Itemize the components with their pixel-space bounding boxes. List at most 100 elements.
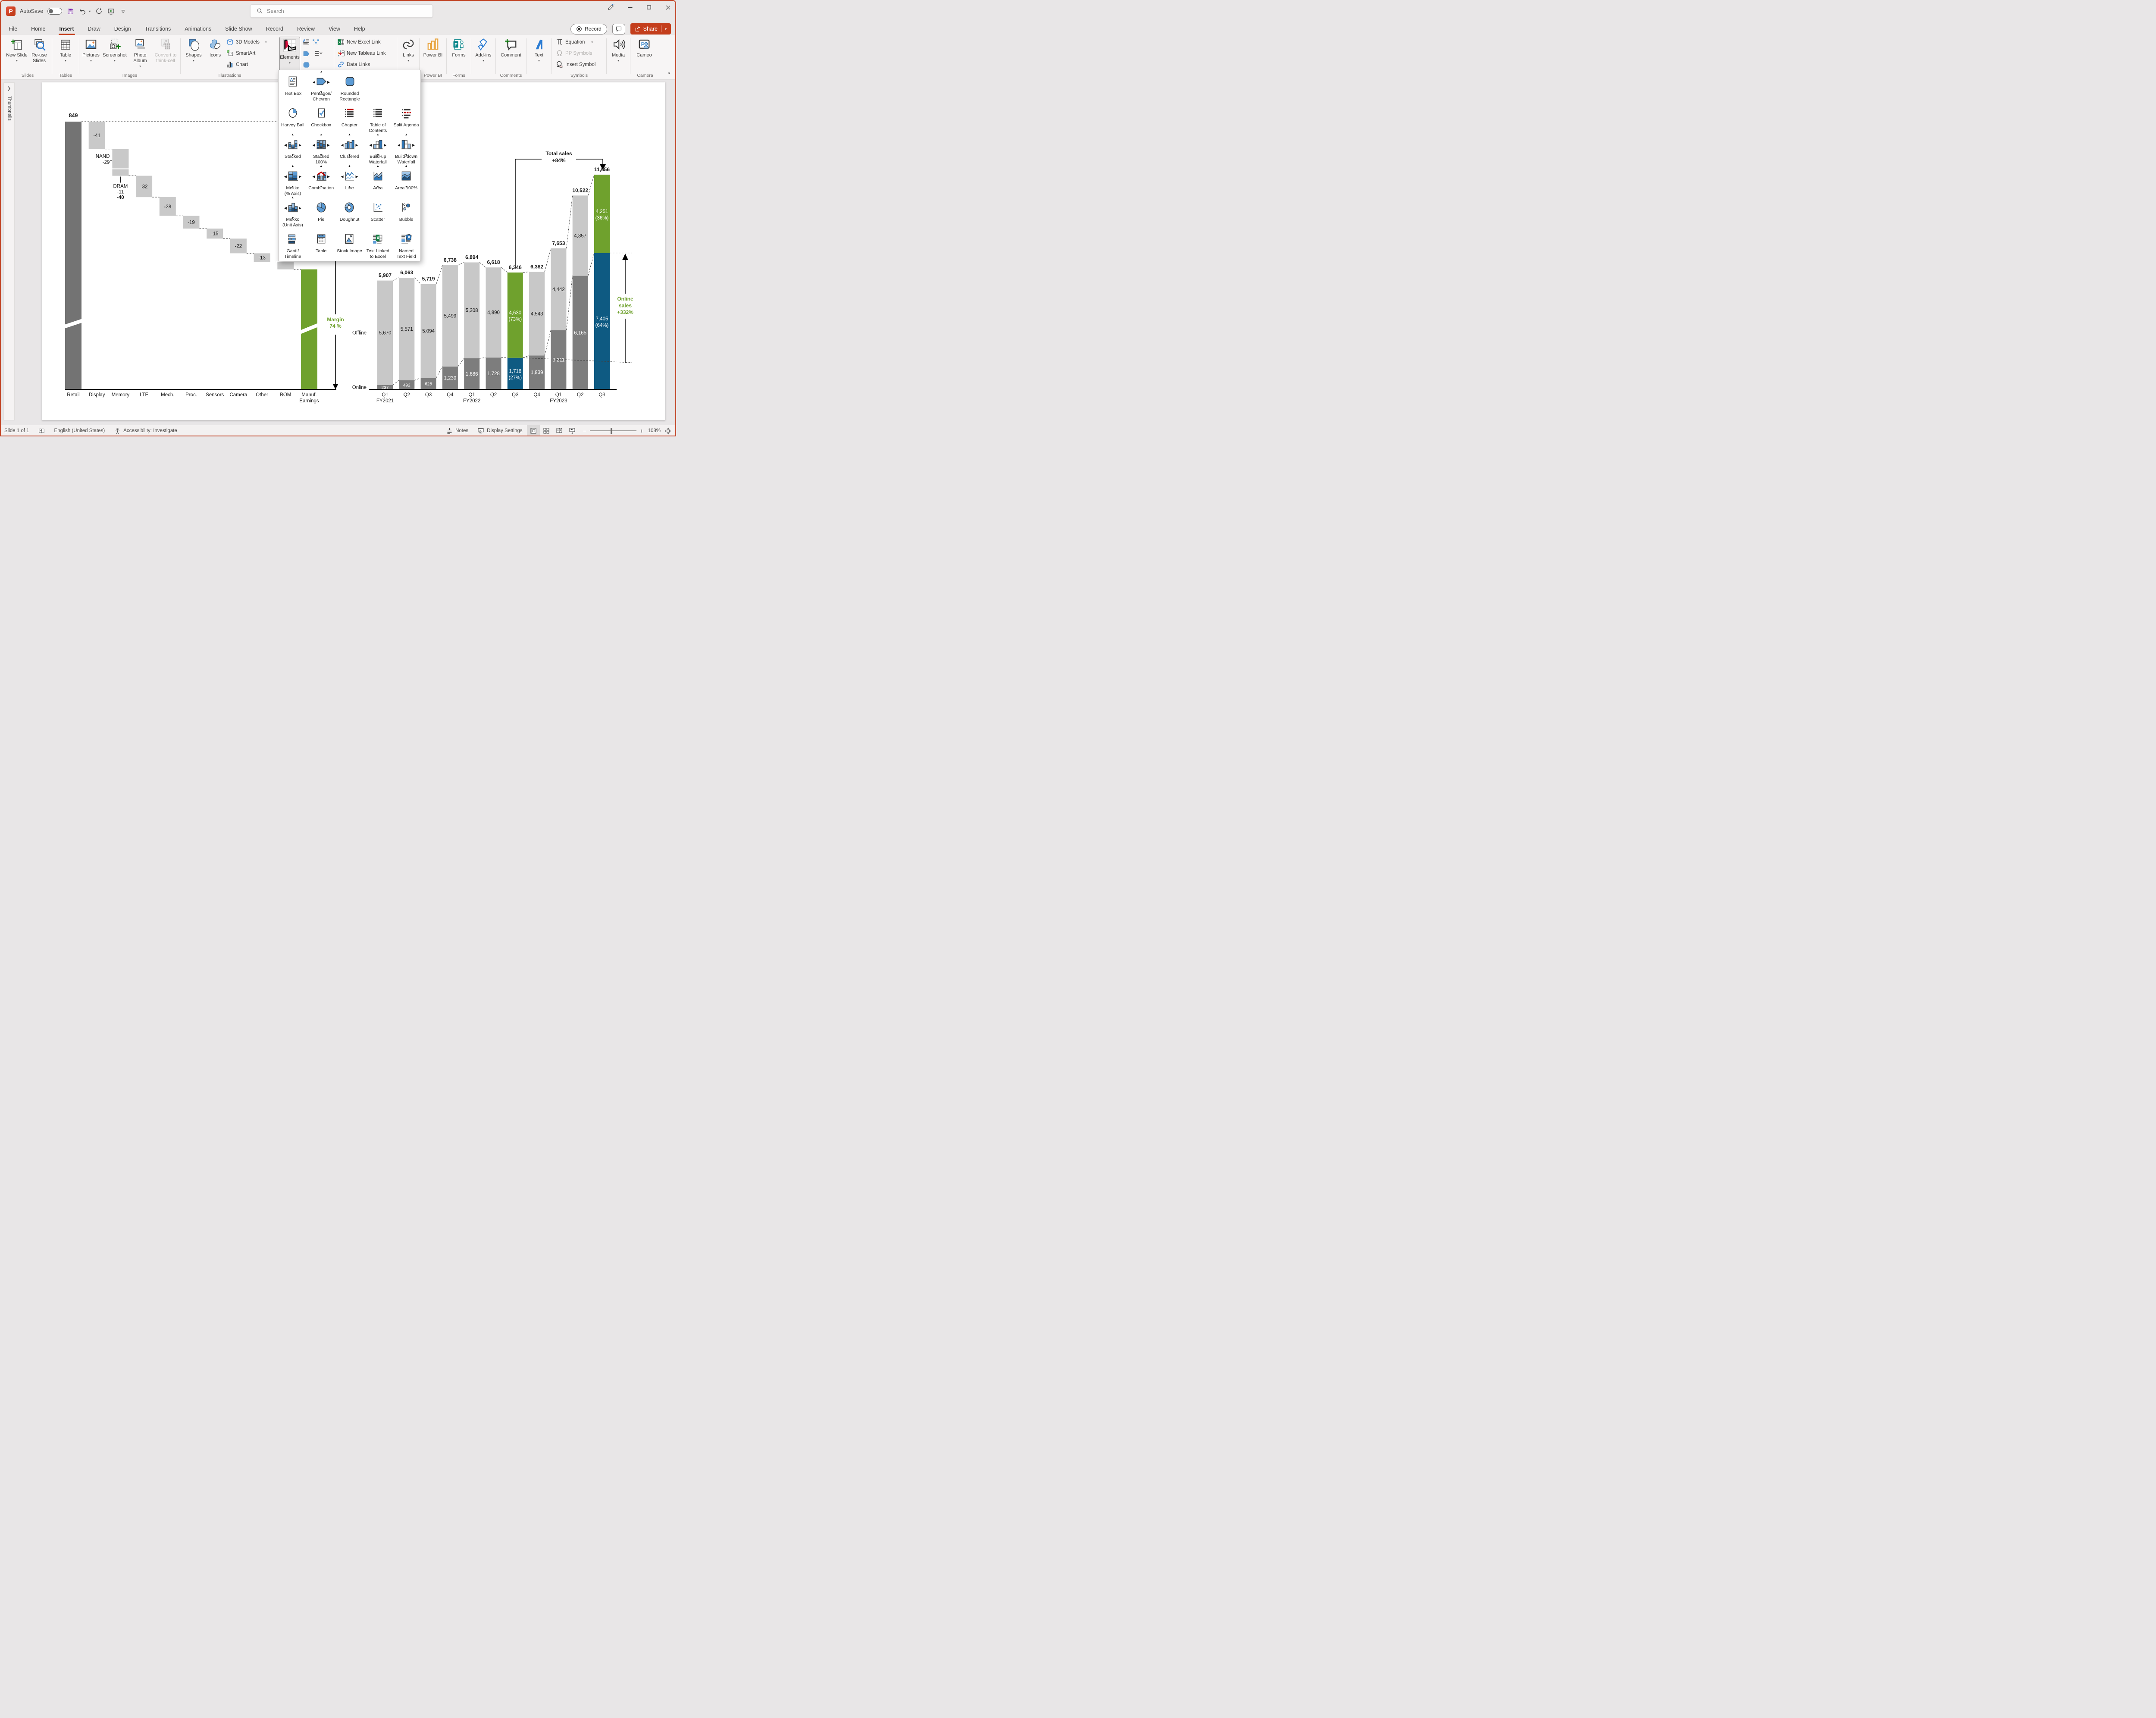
start-presentation-icon[interactable] <box>107 7 115 15</box>
collapse-ribbon-icon[interactable]: ▾ <box>668 71 670 76</box>
chart-button[interactable]: Chart <box>226 61 266 68</box>
zoom-slider[interactable] <box>590 430 636 431</box>
elements-menu-item-stacked100[interactable]: ▲◀▶▼Stacked 100% <box>307 134 335 166</box>
undo-icon[interactable] <box>78 7 86 15</box>
slideshow-view-button[interactable] <box>566 425 579 436</box>
elements-menu-item-splitagenda[interactable]: Split Agenda <box>392 103 420 134</box>
zoom-slider-handle[interactable] <box>611 428 612 434</box>
text-align-icon[interactable]: A <box>303 39 312 47</box>
language-button[interactable]: English (United States) <box>50 425 110 436</box>
elements-menu-item-gantt[interactable]: Gantt/ Timeline <box>279 229 307 260</box>
wf-bar-retail[interactable] <box>65 122 81 389</box>
wf-bar-bom[interactable] <box>277 262 294 270</box>
menu-tab-help[interactable]: Help <box>353 24 366 34</box>
menu-tab-draw[interactable]: Draw <box>87 24 101 34</box>
insert-symbol-button[interactable]: Insert Symbol <box>556 61 595 68</box>
elements-menu-item-area[interactable]: ▲▼Area <box>364 166 392 197</box>
list-tool-icon[interactable] <box>312 50 325 59</box>
menu-tab-view[interactable]: View <box>328 24 341 34</box>
equation-button[interactable]: Equation▾ <box>556 38 595 46</box>
normal-view-button[interactable] <box>527 425 540 436</box>
menu-tab-slide-show[interactable]: Slide Show <box>224 24 253 34</box>
menu-tab-review[interactable]: Review <box>296 24 316 34</box>
record-button[interactable]: Record <box>570 24 607 34</box>
customize-toolbar-icon[interactable] <box>119 7 127 15</box>
reading-view-button[interactable] <box>553 425 566 436</box>
elements-menu-item-linechart[interactable]: ▲◀▶▼Line <box>335 166 364 197</box>
spellcheck-button[interactable] <box>34 425 50 436</box>
media-button[interactable]: Media▾ <box>609 37 628 64</box>
redo-icon[interactable] <box>95 7 103 15</box>
zoom-in-button[interactable]: + <box>640 427 643 434</box>
menu-tab-record[interactable]: Record <box>265 24 284 34</box>
minimize-icon[interactable] <box>626 3 634 11</box>
menu-tab-design[interactable]: Design <box>113 24 132 34</box>
comment-button[interactable]: Comment <box>499 37 523 58</box>
elements-menu-item-clustered[interactable]: ▲◀▶▼Clustered <box>335 134 364 166</box>
feedback-pen-icon[interactable] <box>607 3 615 11</box>
photo-album-button[interactable]: Photo Album▾ <box>129 37 151 69</box>
elements-menu-item-stacked[interactable]: ▲◀▶▼Stacked <box>279 134 307 166</box>
elements-menu-item-bubble[interactable]: Bubble <box>392 197 420 229</box>
zoom-out-button[interactable]: − <box>583 427 586 434</box>
elements-menu-item-toc[interactable]: Table of Contents <box>364 103 392 134</box>
elements-menu-item-chapter[interactable]: Chapter <box>335 103 364 134</box>
expand-thumbnails-icon[interactable]: ❯ <box>4 86 14 91</box>
pictures-button[interactable]: Pictures▾ <box>81 37 101 64</box>
data-links-button[interactable]: Data Links <box>337 61 386 68</box>
menu-tab-home[interactable]: Home <box>30 24 46 34</box>
table-button[interactable]: Table▾ <box>55 37 76 64</box>
elements-menu-item-pentagon[interactable]: ▲◀▶▼Pentagon/ Chevron <box>307 71 335 103</box>
elements-menu-item-roundrect[interactable]: Rounded Rectangle <box>335 71 364 103</box>
elements-menu-item-pie[interactable]: Pie <box>307 197 335 229</box>
power-bi-button[interactable]: Power BI <box>422 37 444 58</box>
menu-tab-file[interactable]: File <box>8 24 18 34</box>
text-button[interactable]: Text▾ <box>529 37 549 64</box>
wf-bar-dram[interactable] <box>112 169 128 176</box>
zoom-level[interactable]: 108% <box>643 428 661 433</box>
menu-tab-animations[interactable]: Animations <box>184 24 212 34</box>
elements-menu-item-scatter[interactable]: Scatter <box>364 197 392 229</box>
elements-menu-item-stockimage[interactable]: Stock Image <box>335 229 364 260</box>
3d-models-button[interactable]: 3D Models▾ <box>226 38 266 46</box>
smartart-button[interactable]: SmartArt <box>226 50 266 57</box>
elements-menu-item-mekkounit[interactable]: ▲◀▶▼Mekko (Unit Axis) <box>279 197 307 229</box>
add-ins-button[interactable]: Add-ins▾ <box>473 37 493 64</box>
notes-button[interactable]: Notes <box>441 425 473 436</box>
search-bar[interactable] <box>250 4 433 18</box>
elements-menu-item-textexcel[interactable]: XText Linked to Excel <box>364 229 392 260</box>
elements-menu-item-checkbox[interactable]: Checkbox <box>307 103 335 134</box>
cameo-button[interactable]: P Cameo <box>634 37 654 58</box>
autosave-toggle[interactable] <box>47 8 62 15</box>
share-button[interactable]: Share ▾ <box>630 23 671 34</box>
pentagon-tool-icon[interactable] <box>303 50 312 59</box>
elements-menu-item-mekko[interactable]: ▲◀▶▼Mekko (% Axis) <box>279 166 307 197</box>
fit-to-window-icon[interactable] <box>664 427 672 435</box>
shape-anchors-icon[interactable] <box>312 39 325 47</box>
elements-menu-item-tctable[interactable]: Table <box>307 229 335 260</box>
elements-menu-item-buildup[interactable]: ▲◀▶▼Build-up Waterfall <box>364 134 392 166</box>
new-slide-button[interactable]: New Slide▾ <box>6 37 28 64</box>
close-icon[interactable] <box>664 3 672 11</box>
elements-menu-item-area100[interactable]: ▲▼Area 100% <box>392 166 420 197</box>
elements-menu-item-doughnut[interactable]: Doughnut <box>335 197 364 229</box>
elements-menu-item-namedfield[interactable]: ANamed Text Field <box>392 229 420 260</box>
accessibility-button[interactable]: Accessibility: Investigate <box>109 425 182 436</box>
rounded-rect-tool-icon[interactable] <box>303 61 312 70</box>
maximize-icon[interactable] <box>645 3 653 11</box>
elements-menu-item-textbox[interactable]: AText Box <box>279 71 307 103</box>
shapes-button[interactable]: Shapes▾ <box>182 37 205 64</box>
elements-menu-item-combination[interactable]: ▲◀▶▼Combination <box>307 166 335 197</box>
save-icon[interactable] <box>66 7 74 15</box>
forms-button[interactable]: F Forms <box>449 37 469 58</box>
elements-menu-item-harvey[interactable]: Harvey Ball <box>279 103 307 134</box>
thumbnails-pane[interactable]: ❯ Thumbnails <box>3 82 15 420</box>
new-excel-link-button[interactable]: X New Excel Link <box>337 38 386 46</box>
menu-tab-transitions[interactable]: Transitions <box>144 24 172 34</box>
search-input[interactable] <box>267 8 422 14</box>
screenshot-button[interactable]: Screenshot▾ <box>101 37 128 64</box>
new-tableau-link-button[interactable]: New Tableau Link <box>337 50 386 57</box>
undo-chevron-icon[interactable]: ▾ <box>89 9 91 13</box>
menu-tab-insert[interactable]: Insert <box>59 24 75 34</box>
display-settings-button[interactable]: Display Settings <box>473 425 526 436</box>
